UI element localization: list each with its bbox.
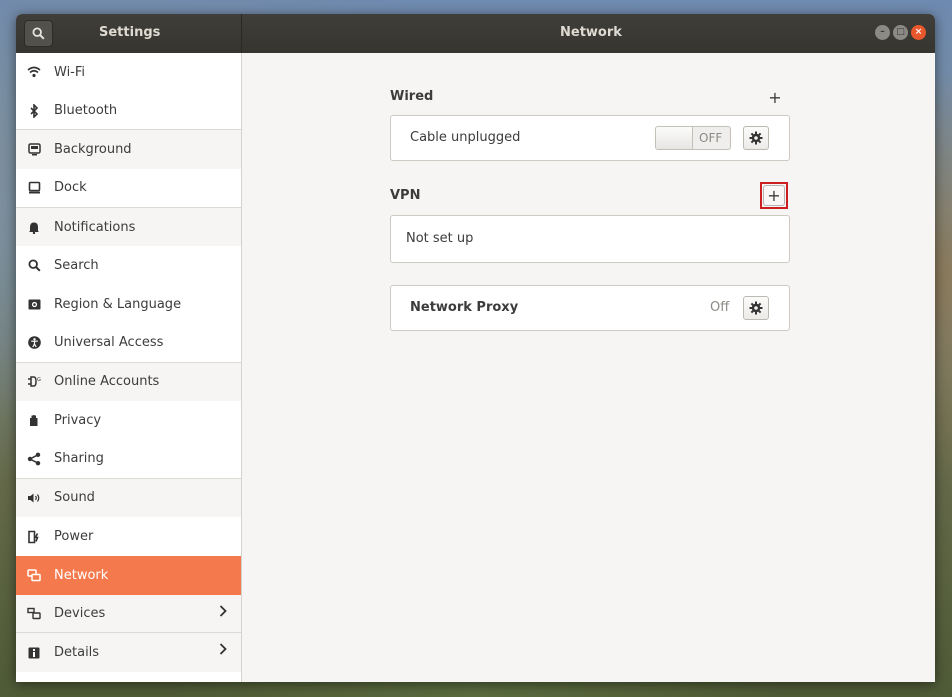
plus-icon: + xyxy=(768,88,782,107)
sidebar-item-label: Sound xyxy=(54,490,95,506)
dock-icon xyxy=(27,181,41,195)
add-vpn-button-inner: + xyxy=(763,185,785,206)
sidebar-item-network[interactable]: Network xyxy=(16,555,241,595)
maximize-button[interactable]: □ xyxy=(893,25,908,40)
bluetooth-icon xyxy=(27,103,41,118)
sidebar-item-label: Details xyxy=(54,645,100,661)
wired-connection-row: Cable unplugged OFF xyxy=(390,115,790,161)
sidebar-item-label: Devices xyxy=(54,605,106,621)
sidebar-item-label: Bluetooth xyxy=(54,103,118,119)
hand-icon xyxy=(27,414,41,428)
sidebar-item-power[interactable]: Power xyxy=(16,517,241,556)
sidebar-item-universal-access[interactable]: Universal Access xyxy=(16,324,241,363)
sidebar-item-details[interactable]: Details xyxy=(16,633,241,672)
sidebar-item-search[interactable]: Search xyxy=(16,246,241,285)
speaker-icon xyxy=(27,491,41,505)
wired-section-title: Wired xyxy=(390,89,434,104)
window-controls: – □ × xyxy=(875,25,926,40)
sidebar-item-label: Online Accounts xyxy=(54,374,160,390)
sidebar-item-region-language[interactable]: Region & Language xyxy=(16,285,241,324)
online-accounts-icon: G xyxy=(27,375,41,389)
page-title: Network xyxy=(560,25,622,40)
settings-window: Settings Network – □ × Wi-Fi Bluetooth B… xyxy=(16,14,935,682)
gear-icon xyxy=(749,131,763,145)
sidebar-item-label: Notifications xyxy=(54,219,136,235)
accessibility-icon xyxy=(27,336,41,350)
network-proxy-status: Off xyxy=(710,300,730,315)
close-icon: × xyxy=(914,27,923,37)
switch-knob xyxy=(656,127,693,149)
wifi-icon xyxy=(27,65,41,79)
sidebar-item-devices[interactable]: Devices xyxy=(16,594,241,634)
sidebar: Wi-Fi Bluetooth Background Dock Notifica… xyxy=(16,53,242,682)
info-icon xyxy=(27,646,41,660)
search-button[interactable] xyxy=(24,20,53,47)
chevron-right-icon xyxy=(219,643,227,659)
wired-toggle-switch[interactable]: OFF xyxy=(655,126,731,150)
proxy-settings-button[interactable] xyxy=(743,296,769,320)
minimize-icon: – xyxy=(880,27,885,37)
app-title: Settings xyxy=(99,25,161,40)
sidebar-item-wifi[interactable]: Wi-Fi xyxy=(16,53,241,92)
sidebar-item-bluetooth[interactable]: Bluetooth xyxy=(16,92,241,131)
sidebar-item-label: Sharing xyxy=(54,451,104,467)
maximize-icon: □ xyxy=(896,27,905,37)
svg-text:G: G xyxy=(37,377,41,383)
chevron-right-icon xyxy=(219,604,227,621)
close-button[interactable]: × xyxy=(911,25,926,40)
add-vpn-button[interactable]: + xyxy=(760,182,788,209)
sidebar-item-label: Privacy xyxy=(54,413,102,429)
network-panel: Wired + Cable unplugged OFF VPN + Not se… xyxy=(243,53,935,682)
network-proxy-row[interactable]: Network Proxy Off xyxy=(390,285,790,331)
sidebar-item-background[interactable]: Background xyxy=(16,130,241,170)
share-icon xyxy=(27,452,41,466)
titlebar-left-pane: Settings xyxy=(16,14,242,53)
sidebar-item-sound[interactable]: Sound xyxy=(16,478,241,518)
vpn-section-title: VPN xyxy=(390,188,421,203)
background-icon xyxy=(27,143,41,157)
sidebar-item-label: Background xyxy=(54,142,132,158)
devices-icon xyxy=(27,606,41,620)
vpn-empty-label: Not set up xyxy=(406,231,474,246)
wired-connection-status: Cable unplugged xyxy=(410,130,521,145)
minimize-button[interactable]: – xyxy=(875,25,890,40)
sidebar-item-notifications[interactable]: Notifications xyxy=(16,207,241,247)
sidebar-item-label: Region & Language xyxy=(54,296,182,312)
search-icon xyxy=(32,27,45,40)
sidebar-item-label: Search xyxy=(54,258,99,274)
network-icon xyxy=(27,568,41,582)
plus-icon: + xyxy=(767,186,781,205)
add-wired-button[interactable]: + xyxy=(761,84,789,111)
titlebar: Settings Network – □ × xyxy=(16,14,935,53)
vpn-list: Not set up xyxy=(390,215,790,263)
region-icon xyxy=(27,297,41,311)
search-icon xyxy=(27,259,41,273)
sidebar-item-label: Network xyxy=(54,567,109,583)
sidebar-item-label: Wi-Fi xyxy=(54,64,86,80)
wired-settings-button[interactable] xyxy=(743,126,769,150)
sidebar-item-label: Power xyxy=(54,529,94,545)
sidebar-item-online-accounts[interactable]: G Online Accounts xyxy=(16,362,241,402)
sidebar-item-privacy[interactable]: Privacy xyxy=(16,401,241,440)
bell-icon xyxy=(27,220,41,234)
sidebar-item-sharing[interactable]: Sharing xyxy=(16,440,241,479)
switch-state-label: OFF xyxy=(699,131,723,145)
network-proxy-label: Network Proxy xyxy=(410,300,519,315)
sidebar-item-label: Dock xyxy=(54,180,87,196)
sidebar-item-dock[interactable]: Dock xyxy=(16,169,241,208)
gear-icon xyxy=(749,301,763,315)
power-icon xyxy=(27,530,41,544)
sidebar-item-label: Universal Access xyxy=(54,335,164,351)
